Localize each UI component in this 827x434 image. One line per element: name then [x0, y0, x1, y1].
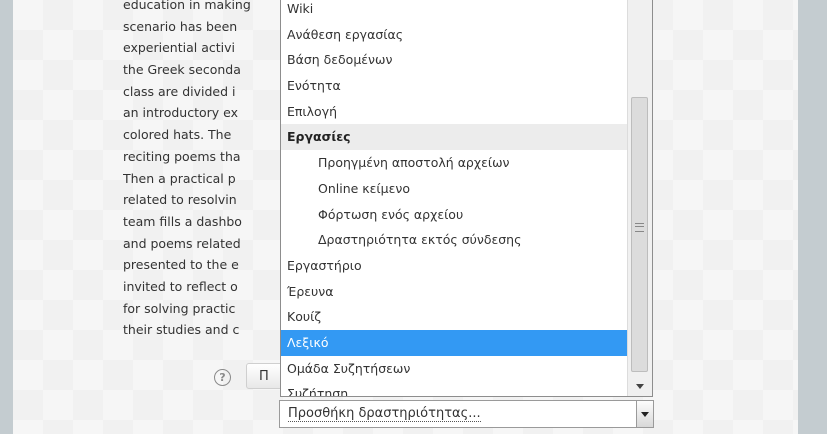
- add-activity-select[interactable]: Προσθήκη δραστηριότητας...: [279, 400, 637, 428]
- right-page-margin: [798, 0, 827, 434]
- activity-option[interactable]: Ανάθεση εργασίας: [281, 22, 628, 48]
- activity-option[interactable]: Online κείμενο: [281, 176, 628, 202]
- activity-option[interactable]: Δραστηριότητα εκτός σύνδεσης: [281, 227, 628, 253]
- chevron-down-icon: [641, 412, 649, 417]
- activity-option[interactable]: Βάση δεδομένων: [281, 47, 628, 73]
- select-dropdown-button[interactable]: [637, 400, 654, 428]
- scrollbar-grip-icon: [635, 223, 644, 232]
- activity-option[interactable]: Συζήτηση: [281, 381, 628, 396]
- activity-option[interactable]: Κουίζ: [281, 304, 628, 330]
- question-circle-icon[interactable]: ?: [214, 369, 231, 386]
- activity-option[interactable]: Εργαστήριο: [281, 253, 628, 279]
- activity-options: Wiki Ανάθεση εργασίας Βάση δεδομένων Ενότητ…: [281, 0, 628, 396]
- arrow-down-icon: [636, 384, 644, 389]
- left-page-margin: [0, 0, 13, 434]
- activity-option[interactable]: Προηγμένη αποστολή αρχείων: [281, 150, 628, 176]
- scrollbar-thumb[interactable]: [631, 97, 648, 372]
- activity-option[interactable]: Wiki: [281, 0, 628, 22]
- activity-option[interactable]: Ενότητα: [281, 73, 628, 99]
- scroll-down-button[interactable]: [628, 376, 652, 396]
- activity-option[interactable]: Ομάδα Συζητήσεων: [281, 356, 628, 382]
- option-group-header: Εργασίες: [281, 124, 628, 151]
- dropdown-scrollbar[interactable]: [627, 0, 652, 396]
- activity-option[interactable]: Φόρτωση ενός αρχείου: [281, 202, 628, 228]
- activity-option[interactable]: Έρευνα: [281, 279, 628, 305]
- activity-dropdown-list[interactable]: Wiki Ανάθεση εργασίας Βάση δεδομένων Ενότητ…: [280, 0, 653, 397]
- add-activity-select-value: Προσθήκη δραστηριότητας...: [288, 406, 481, 422]
- activity-option[interactable]: Λεξικό: [281, 329, 628, 356]
- activity-option[interactable]: Επιλογή: [281, 99, 628, 125]
